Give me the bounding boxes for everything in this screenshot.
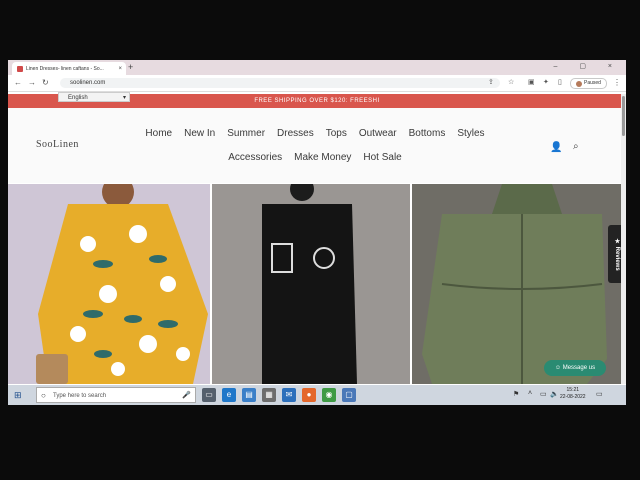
- nav-home[interactable]: Home: [145, 128, 172, 139]
- firefox-icon[interactable]: ●: [302, 388, 316, 402]
- nav-styles[interactable]: Styles: [457, 128, 484, 139]
- product-image-black-dress[interactable]: [212, 184, 410, 384]
- volume-icon[interactable]: 🔈: [550, 390, 559, 398]
- tray-arrow-icon[interactable]: ˄: [528, 390, 532, 397]
- app-icon[interactable]: ▢: [342, 388, 356, 402]
- browser-tab[interactable]: Linen Dresses- linen caftans - So... ×: [12, 62, 126, 75]
- nav-hot-sale[interactable]: Hot Sale: [363, 152, 401, 163]
- network-icon[interactable]: ▭: [540, 390, 547, 398]
- search-icon[interactable]: ⌕: [573, 141, 579, 152]
- file-explorer-icon[interactable]: ▤: [242, 388, 256, 402]
- nav-tops[interactable]: Tops: [326, 128, 347, 139]
- nav-outwear[interactable]: Outwear: [359, 128, 397, 139]
- window-controls[interactable]: – ▢ ×: [554, 62, 622, 70]
- language-select[interactable]: English: [58, 92, 130, 103]
- profile-label: Paused: [584, 80, 601, 86]
- taskbar-clock[interactable]: 15:21 22-08-2022: [560, 387, 586, 401]
- task-view-icon[interactable]: ▭: [202, 388, 216, 402]
- back-icon[interactable]: ←: [14, 78, 22, 87]
- main-nav: Home New In Summer Dresses Tops Outwear …: [130, 128, 500, 139]
- edge-icon[interactable]: e: [222, 388, 236, 402]
- windows-start-icon[interactable]: ⊞: [14, 390, 22, 401]
- green-jacket-illustration: [412, 184, 626, 384]
- taskbar-search-placeholder: Type here to search: [53, 393, 107, 399]
- nav-summer[interactable]: Summer: [227, 128, 265, 139]
- tab-title: Linen Dresses- linen caftans - So...: [26, 65, 104, 72]
- extension-icon[interactable]: ▣: [528, 78, 535, 86]
- browser-window: Linen Dresses- linen caftans - So... × +…: [8, 60, 626, 405]
- profile-button[interactable]: Paused: [570, 78, 607, 89]
- clock-time: 15:21: [566, 387, 580, 393]
- notification-icon[interactable]: ▭: [596, 390, 603, 398]
- product-image-floral-dress[interactable]: [8, 184, 210, 384]
- hero-gallery: [8, 184, 626, 384]
- url-input[interactable]: soolinen.com: [60, 78, 500, 88]
- clock-date: 22-08-2022: [560, 394, 586, 400]
- message-us-button[interactable]: ☺ Message us: [544, 360, 606, 376]
- reload-icon[interactable]: ↻: [42, 78, 49, 87]
- store-icon[interactable]: ▦: [262, 388, 276, 402]
- tab-bar: Linen Dresses- linen caftans - So... × +…: [8, 60, 626, 75]
- favicon-icon: [17, 65, 23, 72]
- puzzle-icon[interactable]: ✦: [543, 78, 549, 86]
- taskbar-search-input[interactable]: ○ Type here to search 🎤: [36, 387, 196, 403]
- sidebar-icon[interactable]: ▯: [558, 78, 562, 86]
- floral-dress-illustration: [36, 184, 208, 384]
- black-dress-illustration: [212, 184, 410, 384]
- nav-accessories[interactable]: Accessories: [228, 152, 282, 163]
- page-scrollbar[interactable]: [621, 94, 626, 384]
- mail-icon[interactable]: ✉: [282, 388, 296, 402]
- star-icon[interactable]: ☆: [508, 78, 514, 86]
- secondary-nav: Accessories Make Money Hot Sale: [130, 152, 500, 163]
- chrome-icon[interactable]: ◉: [322, 388, 336, 402]
- address-bar-row: ← → ↻ soolinen.com ⇪ ☆ ▣ ✦ ▯ Paused ⋮: [8, 75, 626, 92]
- site-logo[interactable]: SooLinen: [36, 139, 79, 150]
- new-tab-button[interactable]: +: [128, 62, 133, 72]
- share-icon[interactable]: ⇪: [488, 78, 494, 86]
- microphone-icon[interactable]: 🎤: [182, 388, 191, 404]
- menu-icon[interactable]: ⋮: [613, 78, 621, 87]
- product-image-green-jacket[interactable]: [412, 184, 626, 384]
- nav-make-money[interactable]: Make Money: [294, 152, 351, 163]
- scrollbar-thumb[interactable]: [622, 96, 625, 136]
- forward-icon[interactable]: →: [28, 78, 36, 87]
- close-tab-icon[interactable]: ×: [118, 66, 122, 72]
- search-circle-icon: ○: [41, 391, 46, 400]
- windows-taskbar: ⊞ ○ Type here to search 🎤 ▭ e ▤ ▦ ✉ ● ◉ …: [8, 385, 626, 405]
- nav-new-in[interactable]: New In: [184, 128, 215, 139]
- site-header: SooLinen Home New In Summer Dresses Tops…: [8, 108, 626, 183]
- account-icon[interactable]: 👤: [550, 142, 562, 153]
- avatar: [576, 80, 582, 87]
- nav-dresses[interactable]: Dresses: [277, 128, 314, 139]
- people-icon[interactable]: ⚑: [513, 390, 519, 398]
- nav-bottoms[interactable]: Bottoms: [409, 128, 446, 139]
